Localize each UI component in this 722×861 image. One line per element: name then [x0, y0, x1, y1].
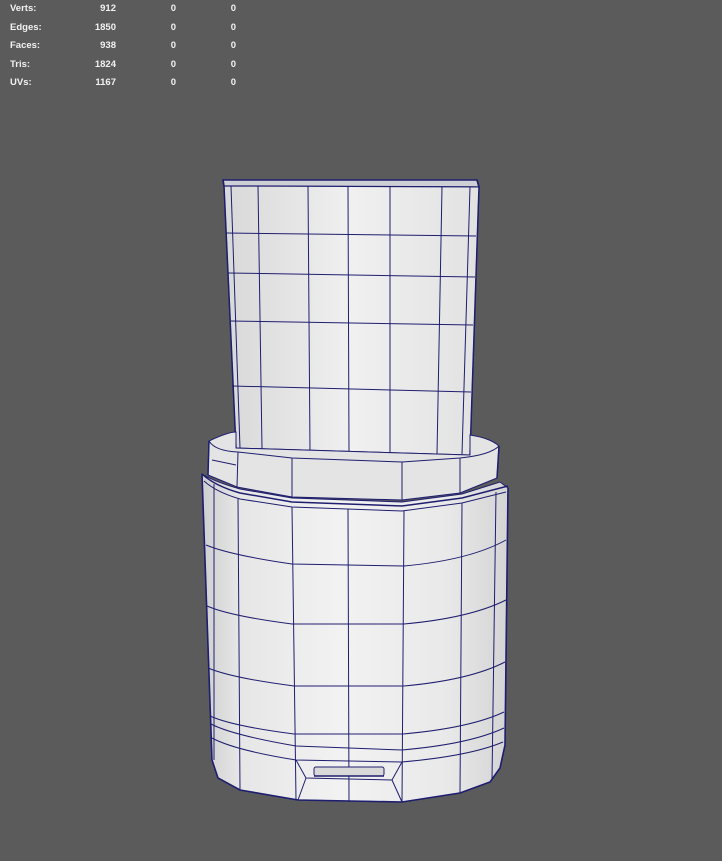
usb-drive-mesh[interactable]: [0, 0, 722, 861]
3d-viewport[interactable]: Verts: 912 0 0 Edges: 1850 0 0 Faces: 93…: [0, 0, 722, 861]
usb-connector-mesh: [222, 179, 480, 456]
usb-body-mesh: [201, 473, 509, 803]
